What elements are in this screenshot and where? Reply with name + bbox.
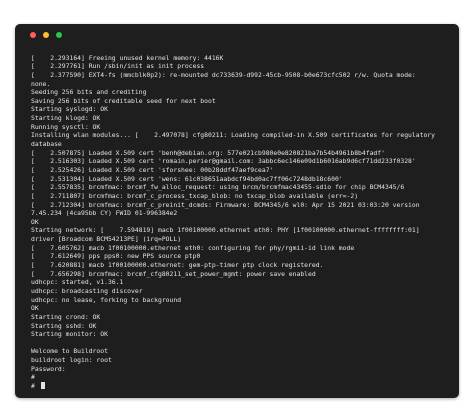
terminal-line: [ 7.605762] macb 1f00100000.ethernet eth… xyxy=(31,243,355,252)
terminal-line: Welcome to Buildroot xyxy=(31,347,108,356)
terminal-line: OK xyxy=(31,304,39,313)
terminal-line: Starting syslogd: OK xyxy=(31,105,108,114)
terminal-line: [ 7.620881] macb 1f00100000.ethernet: ge… xyxy=(31,261,324,270)
title-bar xyxy=(15,24,459,44)
terminal-line: Installing wlan modules... [ 2.497078] c… xyxy=(31,131,435,140)
terminal-line: [ 2.507875] Loaded X.509 cert 'benh@debi… xyxy=(31,148,385,157)
terminal-line: [ 2.712304] brcmfmac: brcmf_c_preinit_dc… xyxy=(31,200,420,209)
terminal-line: Starting network: [ 7.594819] macb 1f001… xyxy=(31,226,420,235)
terminal-line: [ 2.531304] Loaded X.509 cert 'wens: 61c… xyxy=(31,174,343,183)
terminal-line: Seeding 256 bits and crediting xyxy=(31,88,147,97)
terminal-line: Saving 256 bits of creditable seed for n… xyxy=(31,96,216,105)
terminal-line: none. xyxy=(31,79,51,88)
terminal-line: Starting sshd: OK xyxy=(31,321,97,330)
terminal-line: database xyxy=(31,140,62,149)
terminal-prompt-line[interactable]: # xyxy=(31,382,455,391)
terminal-line: [ 2.557835] brcmfmac: brcmf_fw_alloc_req… xyxy=(31,183,405,192)
terminal-line: [ 7.612649] pps pps0: new PPS source ptp… xyxy=(31,252,201,261)
terminal-output[interactable]: [ 2.293164] Freeing unused kernel memory… xyxy=(31,45,455,395)
terminal-line: Password: xyxy=(31,364,66,373)
terminal-line: [ 2.525426] Loaded X.509 cert 'sforshee:… xyxy=(31,165,274,174)
page: [ 2.293164] Freeing unused kernel memory… xyxy=(0,0,474,414)
terminal-line: OK xyxy=(31,217,39,226)
terminal-line: Starting monitor: OK xyxy=(31,330,108,339)
terminal-line: [ 2.377590] EXT4-fs (mmcblk0p2): re-moun… xyxy=(31,70,416,79)
terminal-window: [ 2.293164] Freeing unused kernel memory… xyxy=(15,24,459,398)
text-cursor xyxy=(40,382,45,390)
terminal-line: Starting crond: OK xyxy=(31,312,101,321)
terminal-line: Running sysctl: OK xyxy=(31,122,101,131)
terminal-line: [ 2.293164] Freeing unused kernel memory… xyxy=(31,53,224,62)
terminal-line: udhcpc: started, v1.36.1 xyxy=(31,278,124,287)
terminal-line: [ 7.656298] brcmfmac: brcmf_cfg80211_set… xyxy=(31,269,316,278)
terminal-line: udhcpc: broadcasting discover xyxy=(31,286,143,295)
prompt-text: # xyxy=(31,381,39,390)
terminal-line: [ 2.711807] brcmfmac: brcmf_c_process_tx… xyxy=(31,191,359,200)
close-button[interactable] xyxy=(30,32,36,38)
terminal-line: [ 2.297761] Run /sbin/init as init proce… xyxy=(31,62,205,71)
terminal-line: [ 2.516303] Loaded X.509 cert 'romain.pe… xyxy=(31,157,416,166)
terminal-line: Starting klogd: OK xyxy=(31,114,101,123)
terminal-line: buildroot login: root xyxy=(31,356,112,365)
zoom-button[interactable] xyxy=(56,32,62,38)
terminal-line: # xyxy=(31,373,35,382)
minimize-button[interactable] xyxy=(43,32,49,38)
terminal-line: driver [Broadcom BCM54213PE] (irq=POLL) xyxy=(31,235,182,244)
terminal-line: 7.45.234 (4ca95bb CY) FWID 01-996384e2 xyxy=(31,209,178,218)
terminal-line: udhcpc: no lease, forking to background xyxy=(31,295,182,304)
